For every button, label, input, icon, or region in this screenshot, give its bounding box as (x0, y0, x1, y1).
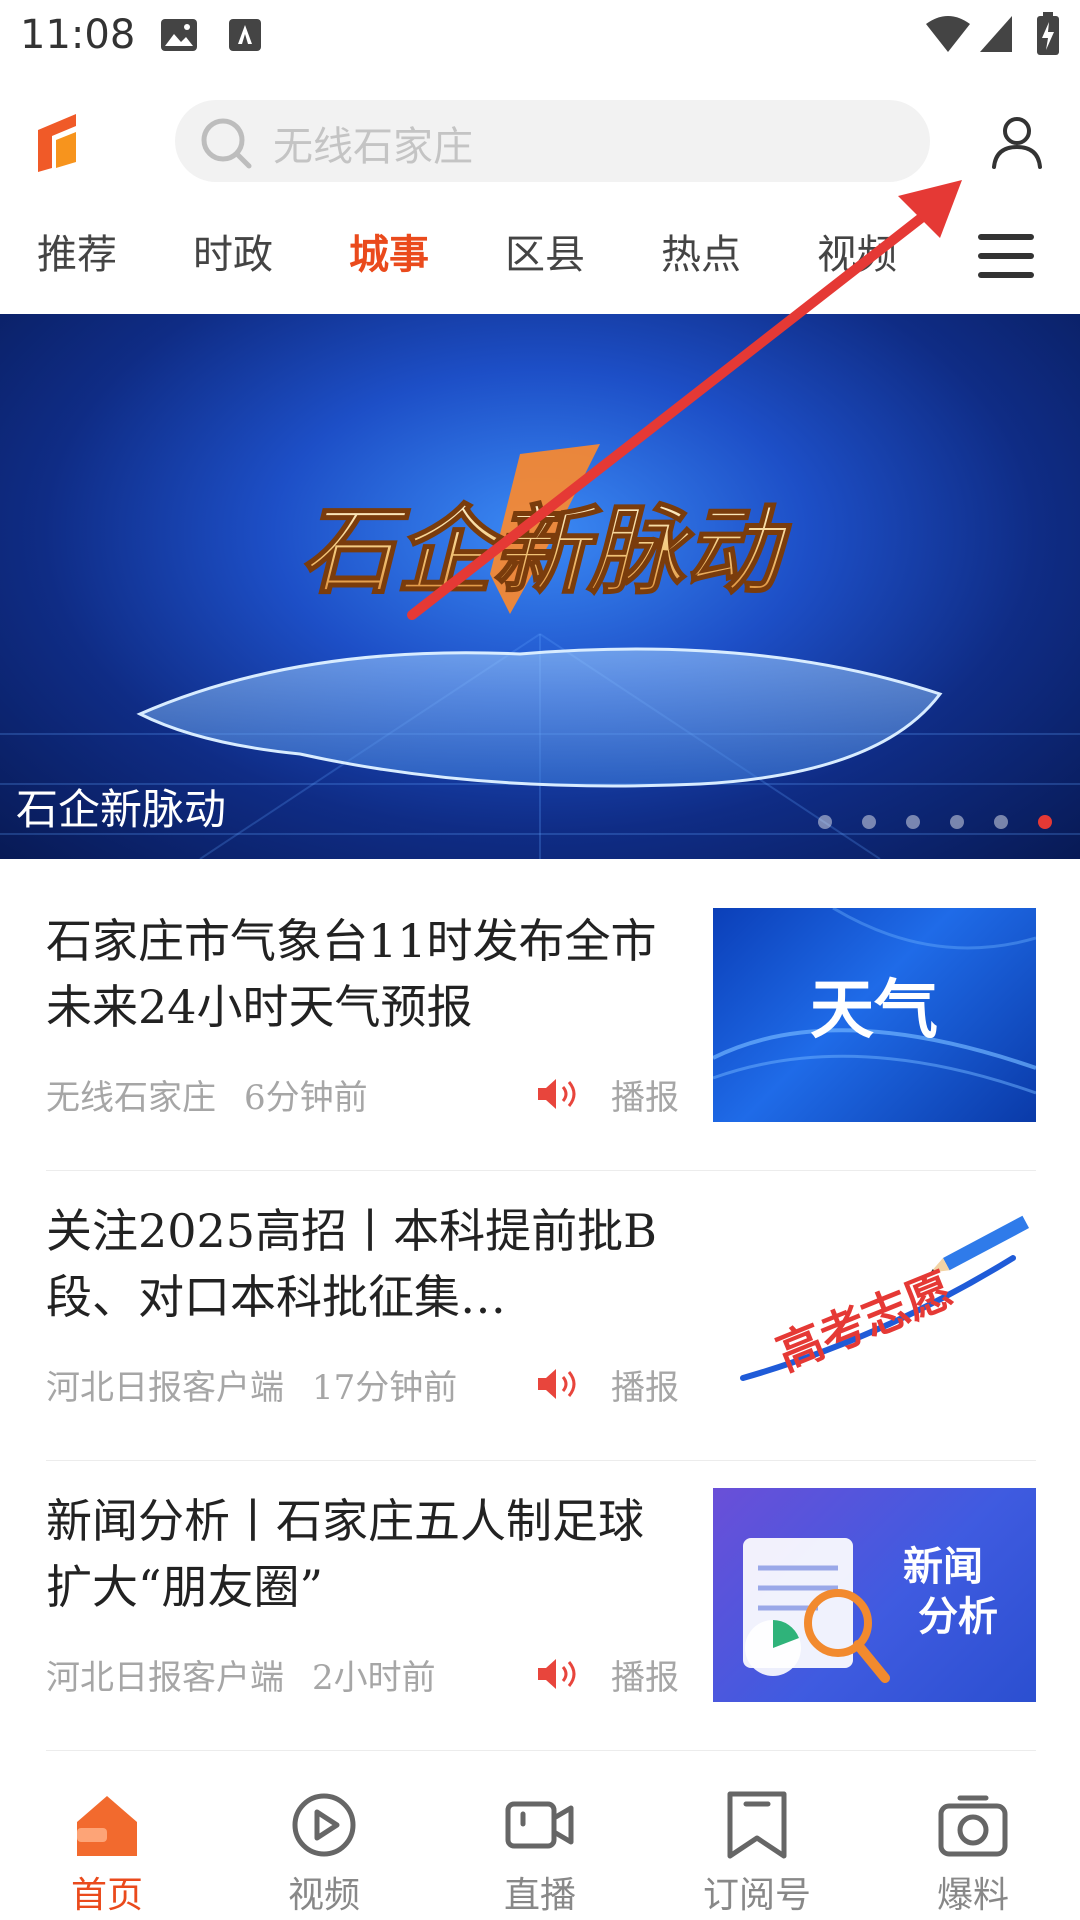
video-camera-icon (505, 1801, 574, 1849)
news-thumbnail: 新闻 分析 (713, 1488, 1036, 1702)
bookmark-icon (727, 1791, 787, 1859)
search-bar[interactable]: 无线石家庄 (175, 100, 930, 182)
broadcast-button[interactable]: 播报 (611, 1650, 679, 1699)
tab-hot[interactable]: 热点 (661, 222, 741, 280)
search-icon (201, 118, 252, 169)
news-source: 无线石家庄 (46, 1078, 216, 1118)
top-bar: 无线石家庄 (0, 90, 1080, 190)
news-item[interactable]: 新闻分析丨石家庄五人制足球扩大“朋友圈” 河北日报客户端 2小时前 播报 新闻 分… (46, 1460, 1036, 1751)
play-circle-icon (292, 1793, 356, 1857)
news-source: 河北日报客户端 (46, 1368, 284, 1408)
news-source: 河北日报客户端 (46, 1658, 284, 1698)
news-meta: 河北日报客户端 2小时前 (46, 1650, 436, 1699)
carousel-indicator (793, 814, 1052, 833)
nav-label: 视频 (287, 1875, 360, 1916)
broadcast-button[interactable]: 播报 (611, 1360, 679, 1409)
broadcast-button[interactable]: 播报 (611, 1070, 679, 1119)
thumb-text: 新闻 (903, 1544, 983, 1590)
news-title: 关注2025高招丨本科提前批B段、对口本科批征集… (46, 1204, 657, 1324)
menu-icon[interactable] (978, 234, 1034, 278)
speaker-icon[interactable] (536, 1076, 582, 1112)
news-title: 新闻分析丨石家庄五人制足球扩大“朋友圈” (46, 1494, 644, 1614)
signal-icon (980, 16, 1012, 52)
user-profile-icon[interactable] (990, 115, 1044, 169)
status-bar: 11:08 (0, 0, 1080, 72)
carousel-dot (861, 815, 876, 829)
news-item[interactable]: 关注2025高招丨本科提前批B段、对口本科批征集… 河北日报客户端 17分钟前 播… (46, 1170, 1036, 1461)
banner-art-text: 石企新脉动 (300, 495, 792, 607)
news-item[interactable]: 石家庄市气象台11时发布全市未来24小时天气预报 无线石家庄 6分钟前 播报 天气 (46, 880, 1036, 1171)
nav-subscriptions[interactable]: 订阅号 (687, 1760, 827, 1920)
banner-caption: 石企新脉动 (16, 785, 227, 834)
nav-home[interactable]: 首页 (37, 1760, 177, 1920)
news-thumbnail: 高考志愿 (713, 1198, 1036, 1412)
news-time: 2小时前 (312, 1658, 436, 1698)
tab-politics[interactable]: 时政 (193, 222, 273, 280)
news-title: 石家庄市气象台11时发布全市未来24小时天气预报 (46, 914, 657, 1034)
carousel-dot (949, 815, 964, 829)
thumb-text: 分析 (918, 1594, 998, 1640)
text-a-icon (229, 19, 261, 51)
status-time: 11:08 (20, 12, 136, 58)
home-icon (77, 1796, 137, 1856)
carousel-dot (817, 815, 832, 829)
speaker-icon[interactable] (536, 1366, 582, 1402)
category-tabs: 推荐 时政 城事 区县 热点 视频 (0, 222, 1080, 310)
nav-label: 首页 (70, 1875, 143, 1916)
hero-banner[interactable]: 石企新脉动 石企新脉动 (0, 314, 1080, 859)
nav-tipoff[interactable]: 爆料 (903, 1760, 1043, 1920)
news-time: 6分钟前 (244, 1078, 368, 1118)
nav-live[interactable]: 直播 (470, 1760, 610, 1920)
nav-label: 爆料 (936, 1875, 1009, 1916)
tab-recommend[interactable]: 推荐 (37, 222, 117, 280)
nav-label: 直播 (503, 1875, 576, 1916)
carousel-dot-active (1038, 815, 1052, 829)
tab-video[interactable]: 视频 (817, 222, 897, 280)
news-meta: 河北日报客户端 17分钟前 (46, 1360, 457, 1409)
news-thumbnail: 天气 (713, 908, 1036, 1122)
speaker-icon[interactable] (536, 1656, 582, 1692)
tab-city[interactable]: 城事 (349, 222, 429, 280)
carousel-dot (905, 815, 920, 829)
search-placeholder: 无线石家庄 (273, 124, 473, 170)
tab-districts[interactable]: 区县 (505, 222, 585, 280)
thumb-text: 高考志愿 (769, 1262, 960, 1381)
nav-label: 订阅号 (702, 1875, 811, 1916)
carousel-dot (993, 815, 1008, 829)
news-time: 17分钟前 (312, 1368, 458, 1408)
news-meta: 无线石家庄 6分钟前 (46, 1070, 368, 1119)
camera-icon (938, 1795, 1008, 1857)
gallery-icon (161, 19, 197, 51)
app-logo (38, 114, 76, 172)
bottom-nav: 首页 视频 直播 订阅号 爆料 (0, 1760, 1080, 1920)
nav-video[interactable]: 视频 (254, 1760, 394, 1920)
battery-icon (1037, 12, 1059, 55)
wifi-icon (926, 16, 970, 52)
thumb-text: 天气 (810, 974, 938, 1048)
